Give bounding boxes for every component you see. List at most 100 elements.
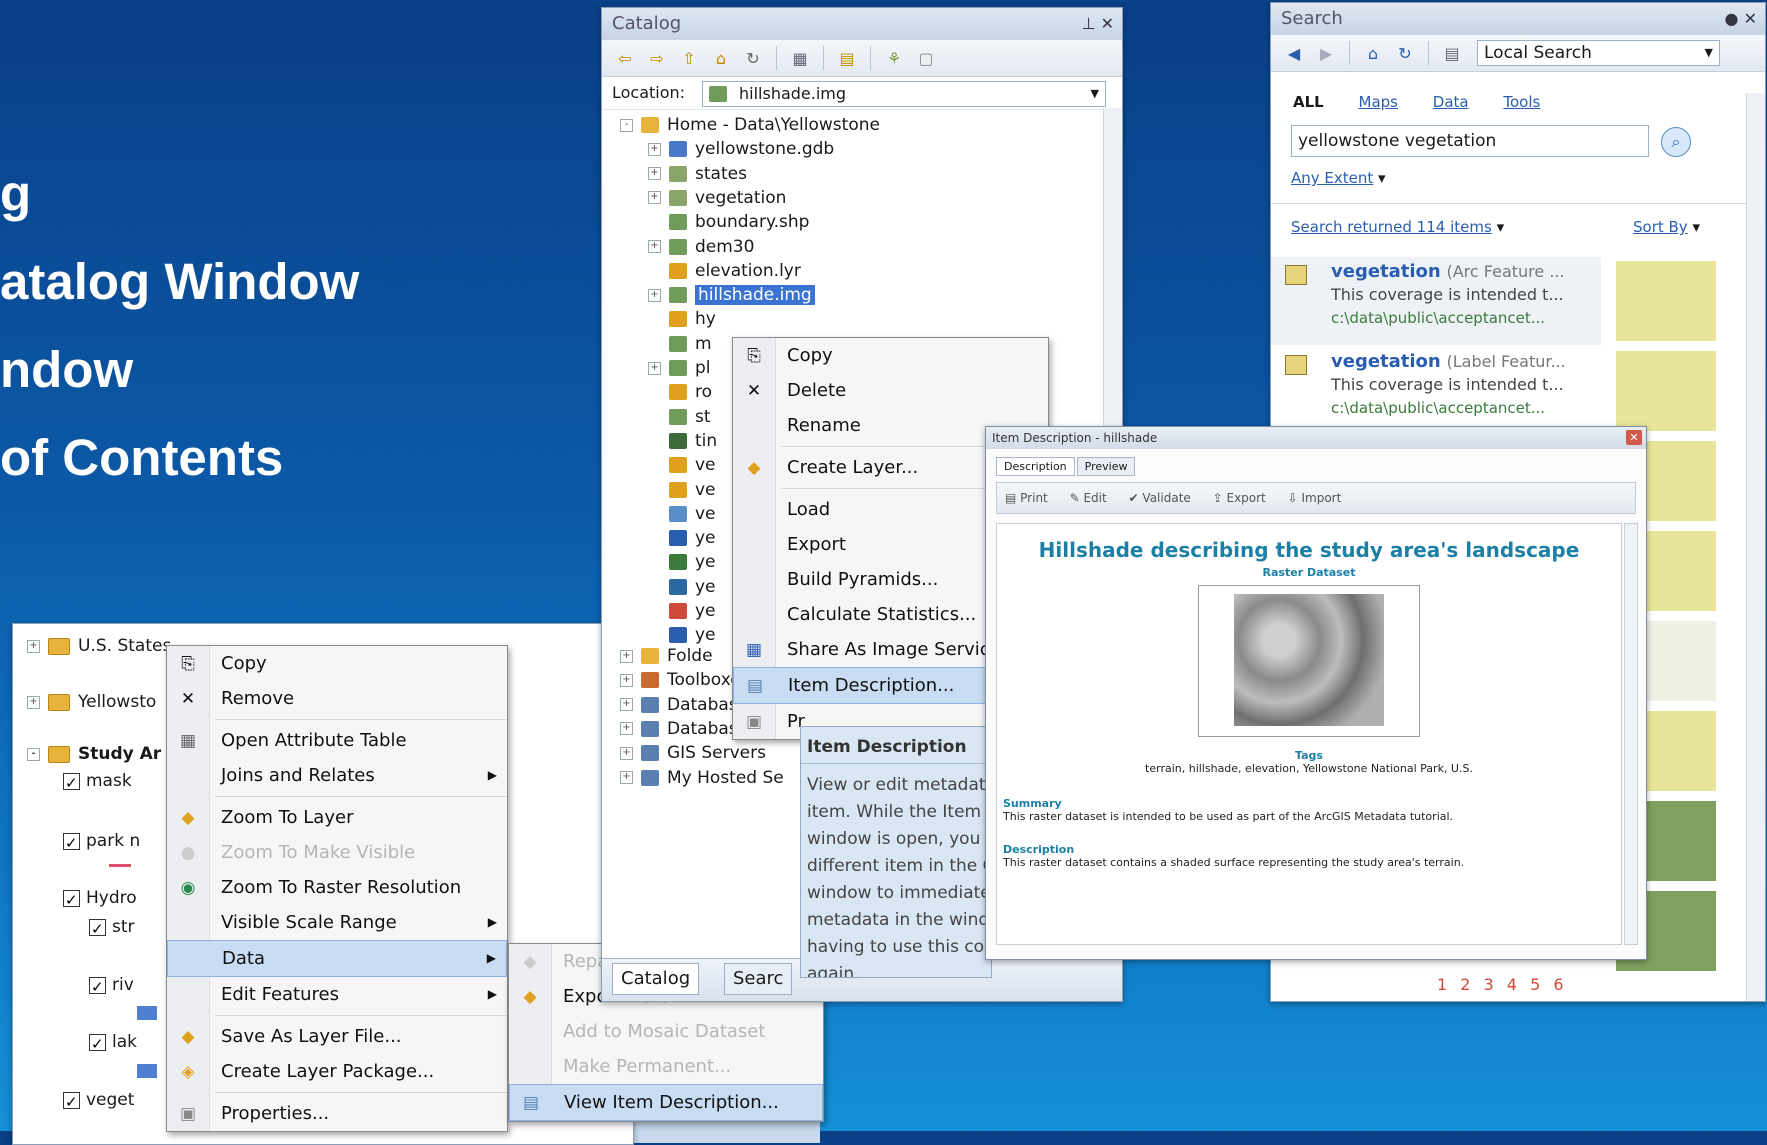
search-input[interactable]: yellowstone vegetation (1291, 125, 1649, 157)
tab-description[interactable]: Description (996, 457, 1075, 476)
tree-node[interactable]: +ro (648, 379, 712, 406)
expand-toggle-icon[interactable]: + (648, 288, 661, 302)
tree-node[interactable]: +boundary.shp (648, 209, 809, 236)
tree-icon[interactable]: ⚘ (881, 46, 907, 70)
expand-toggle-icon[interactable]: + (620, 722, 633, 736)
toc-layer-row[interactable]: mask (63, 767, 132, 797)
toc-layer-row[interactable]: - Study Ar (27, 740, 161, 768)
expand-toggle-icon[interactable]: + (620, 746, 633, 760)
connect-folder-icon[interactable]: ▤ (834, 46, 860, 70)
search-result[interactable]: vegetation (Arc Feature ... This coverag… (1271, 257, 1601, 345)
toc-layer-row[interactable]: str (89, 913, 135, 943)
refresh-icon[interactable]: ↻ (740, 46, 766, 70)
forward-icon[interactable]: ⇨ (644, 46, 670, 70)
options-icon[interactable]: ▢ (913, 46, 939, 70)
expand-toggle-icon[interactable]: + (648, 142, 661, 156)
pin-icon[interactable]: ⊥ (1082, 14, 1096, 33)
tree-node[interactable]: +ye (648, 549, 716, 576)
tree-node[interactable]: + hillshade.img (648, 282, 815, 309)
toc-layer-row[interactable]: + U.S. States (27, 632, 171, 660)
tree-node[interactable]: +hy (648, 306, 716, 333)
extent-filter[interactable]: Any Extent ▾ (1291, 169, 1765, 187)
menu-item-visible-scale-range[interactable]: Visible Scale Range ▶ (167, 905, 507, 940)
menu-item-properties[interactable]: ▣ Properties... (167, 1096, 507, 1131)
location-input[interactable]: hillshade.img ▼ (702, 81, 1106, 107)
toc-layer-row[interactable]: + Yellowsto (27, 688, 156, 716)
edit-button[interactable]: ✎ Edit (1070, 491, 1107, 505)
toc-layer-row[interactable]: Hydro (63, 884, 137, 914)
expand-toggle-icon[interactable]: + (620, 698, 633, 712)
expand-toggle-icon[interactable]: + (648, 361, 661, 375)
tab-preview[interactable]: Preview (1076, 457, 1136, 476)
tree-node[interactable]: + yellowstone.gdb (648, 136, 834, 163)
menu-item-edit-features[interactable]: Edit Features ▶ (167, 977, 507, 1012)
expand-toggle-icon[interactable]: + (648, 167, 661, 181)
tree-node[interactable]: + Folde (620, 643, 713, 670)
close-icon[interactable]: ✕ (1744, 9, 1757, 28)
import-button[interactable]: ⇩ Import (1288, 491, 1342, 505)
tree-node[interactable]: - Home - Data\Yellowstone (620, 112, 880, 139)
toc-layer-row[interactable]: lak (89, 1028, 137, 1058)
home-icon[interactable]: ⌂ (1360, 41, 1386, 65)
view-icon[interactable]: ▦ (787, 46, 813, 70)
options-icon[interactable]: ▤ (1439, 41, 1465, 65)
validate-button[interactable]: ✔ Validate (1129, 491, 1191, 505)
close-icon[interactable]: ✕ (1101, 14, 1114, 33)
tree-node[interactable]: + Toolboxes (620, 667, 750, 694)
tree-node[interactable]: +st (648, 404, 711, 431)
print-button[interactable]: ▤ Print (1005, 491, 1048, 505)
toc-layer-row[interactable]: park n (63, 827, 140, 857)
menu-item-copy[interactable]: ⎘ Copy (733, 338, 1048, 373)
menu-item-copy[interactable]: ⎘ Copy (167, 646, 507, 681)
menu-item-remove[interactable]: ✕ Remove (167, 681, 507, 716)
menu-item-data[interactable]: Data ▶ (167, 940, 507, 977)
tree-node[interactable]: +ye (648, 525, 716, 552)
expand-toggle-icon[interactable]: + (620, 771, 633, 784)
tree-node[interactable]: +ve (648, 477, 716, 504)
tree-node[interactable]: + dem30 (648, 234, 754, 261)
pin-icon[interactable]: ● (1725, 9, 1739, 28)
back-icon[interactable]: ◀ (1281, 41, 1307, 65)
close-icon[interactable]: ✕ (1626, 430, 1642, 445)
tree-node[interactable]: + vegetation (648, 185, 786, 212)
tab-search[interactable]: Searc (724, 963, 793, 995)
filter-tools[interactable]: Tools (1503, 93, 1540, 111)
tree-node[interactable]: + pl (648, 355, 711, 382)
menu-item-save-layer-file[interactable]: ◆ Save As Layer File... (167, 1019, 507, 1054)
menu-item-zoom-to-layer[interactable]: ◆ Zoom To Layer (167, 800, 507, 835)
home-icon[interactable]: ⌂ (708, 46, 734, 70)
description-scrollbar[interactable] (1624, 523, 1638, 945)
back-icon[interactable]: ⇦ (612, 46, 638, 70)
search-scope-select[interactable]: Local Search ▼ (1477, 40, 1720, 66)
expand-toggle-icon[interactable]: + (620, 649, 633, 663)
search-result[interactable]: vegetation (Label Featur... This coverag… (1271, 347, 1601, 435)
tree-node[interactable]: +elevation.lyr (648, 258, 801, 285)
menu-item-delete[interactable]: ✕ Delete (733, 373, 1048, 408)
menu-item-open-attribute-table[interactable]: ▦ Open Attribute Table (167, 723, 507, 758)
expand-toggle-icon[interactable]: + (648, 191, 661, 205)
menu-item-zoom-to-raster[interactable]: ◉ Zoom To Raster Resolution (167, 870, 507, 905)
tree-node[interactable]: + GIS Servers (620, 740, 766, 767)
tree-node[interactable]: +ye (648, 574, 716, 601)
filter-maps[interactable]: Maps (1359, 93, 1398, 111)
tree-node[interactable]: +ye (648, 598, 716, 625)
expand-toggle-icon[interactable]: - (620, 118, 633, 132)
refresh-icon[interactable]: ↻ (1392, 41, 1418, 65)
expand-toggle-icon[interactable]: + (620, 673, 633, 687)
forward-icon[interactable]: ▶ (1313, 41, 1339, 65)
filter-data[interactable]: Data (1433, 93, 1469, 111)
search-go-icon[interactable]: ⌕ (1661, 127, 1691, 157)
page-links[interactable]: 1 2 3 4 5 6 (1437, 975, 1765, 994)
menu-item-create-layer-package[interactable]: ◈ Create Layer Package... (167, 1054, 507, 1089)
export-button[interactable]: ⇪ Export (1213, 491, 1266, 505)
search-scrollbar[interactable] (1746, 93, 1765, 1001)
tree-node[interactable]: +m (648, 331, 712, 358)
expand-toggle-icon[interactable]: + (648, 240, 661, 253)
menu-item-view-item-description[interactable]: ▤ View Item Description... (509, 1084, 823, 1121)
menu-item-joins-relates[interactable]: Joins and Relates ▶ (167, 758, 507, 793)
up-folder-icon[interactable]: ⇧ (676, 46, 702, 70)
tree-node[interactable]: +ve (648, 452, 716, 479)
tab-catalog[interactable]: Catalog (612, 963, 700, 995)
tree-node[interactable]: + states (648, 161, 747, 188)
tree-node[interactable]: +tin (648, 428, 717, 455)
